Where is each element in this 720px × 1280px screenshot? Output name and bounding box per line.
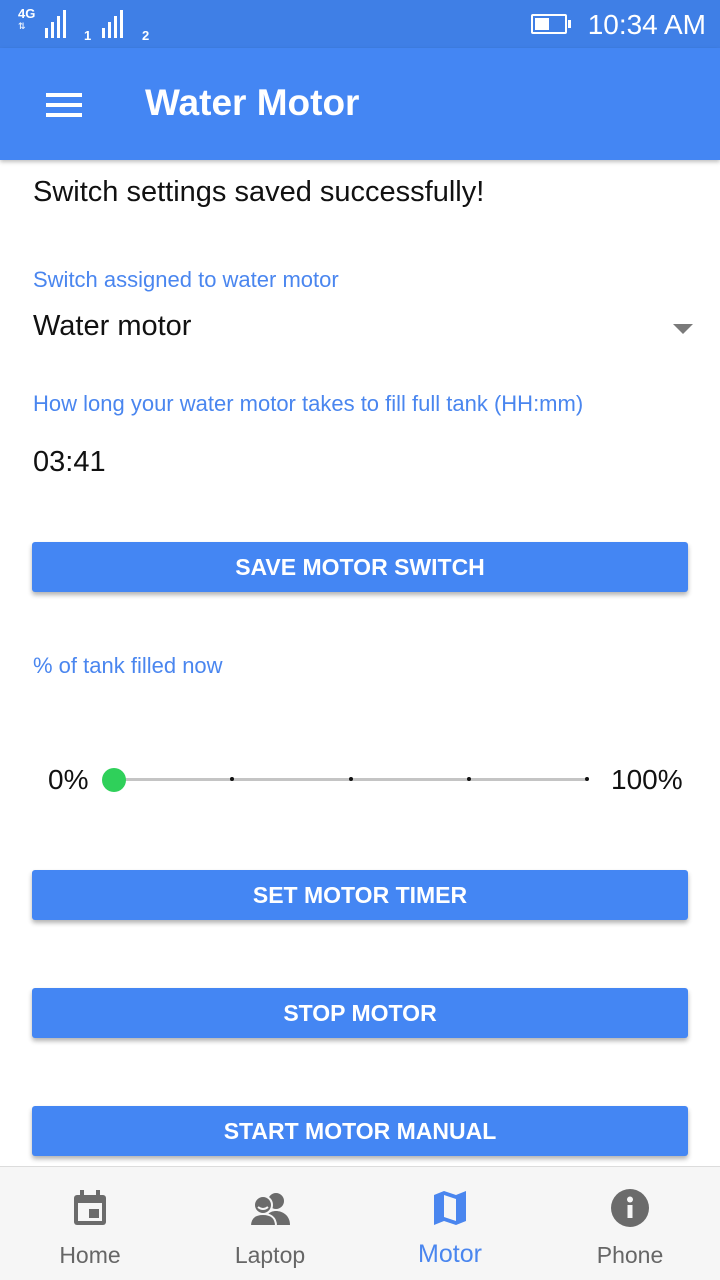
bottom-navigation: Home Laptop Motor Phone (0, 1166, 720, 1280)
network-indicator: 4G ⇅ (18, 6, 36, 32)
page-title: Water Motor (145, 82, 360, 123)
nav-label: Home (59, 1242, 121, 1268)
network-type: 4G (18, 6, 36, 21)
signal-strength-sim1-icon (45, 10, 66, 38)
sim1-label: 1 (84, 28, 92, 43)
save-motor-switch-button[interactable]: SAVE MOTOR SWITCH (32, 542, 688, 592)
switch-dropdown[interactable]: Water motor (33, 310, 693, 350)
data-arrows-icon: ⇅ (18, 21, 26, 31)
slider-tick (230, 777, 235, 781)
stop-motor-button[interactable]: STOP MOTOR (32, 988, 688, 1038)
status-bar: 4G ⇅ 1 2 10:34 AM (0, 0, 720, 48)
switch-dropdown-value: Water motor (33, 310, 192, 342)
nav-label: Laptop (234, 1242, 306, 1268)
nav-label: Phone (596, 1242, 664, 1268)
app-bar: Water Motor (0, 48, 720, 160)
nav-label: Motor (418, 1240, 482, 1268)
people-icon (248, 1193, 290, 1227)
nav-item-motor[interactable]: Motor (360, 1167, 540, 1280)
tank-fill-slider[interactable] (102, 768, 589, 792)
sim2-label: 2 (142, 28, 150, 43)
duration-label: How long your water motor takes to fill … (33, 391, 584, 416)
start-motor-manual-button[interactable]: START MOTOR MANUAL (32, 1106, 688, 1156)
tank-fill-label: % of tank filled now (33, 653, 223, 678)
map-icon (434, 1191, 466, 1225)
nav-item-phone[interactable]: Phone (540, 1167, 720, 1280)
dropdown-arrow-icon (673, 324, 693, 334)
success-message: Switch settings saved successfully! (33, 176, 485, 208)
slider-max-label: 100% (611, 764, 683, 795)
slider-tick (348, 777, 353, 781)
signal-strength-sim2-icon (102, 10, 123, 38)
slider-thumb[interactable] (102, 768, 126, 792)
duration-field[interactable]: 03:41 (33, 446, 106, 479)
slider-tick (466, 777, 471, 781)
slider-min-label: 0% (48, 764, 89, 795)
nav-item-laptop[interactable]: Laptop (180, 1167, 360, 1280)
info-icon (611, 1189, 649, 1227)
battery-icon (531, 14, 571, 34)
hamburger-menu-icon[interactable] (46, 93, 82, 117)
slider-tick (585, 777, 589, 781)
switch-label: Switch assigned to water motor (33, 267, 339, 292)
nav-item-home[interactable]: Home (0, 1167, 180, 1280)
clock: 10:34 AM (587, 9, 706, 40)
calendar-icon (74, 1190, 106, 1225)
set-motor-timer-button[interactable]: SET MOTOR TIMER (32, 870, 688, 920)
